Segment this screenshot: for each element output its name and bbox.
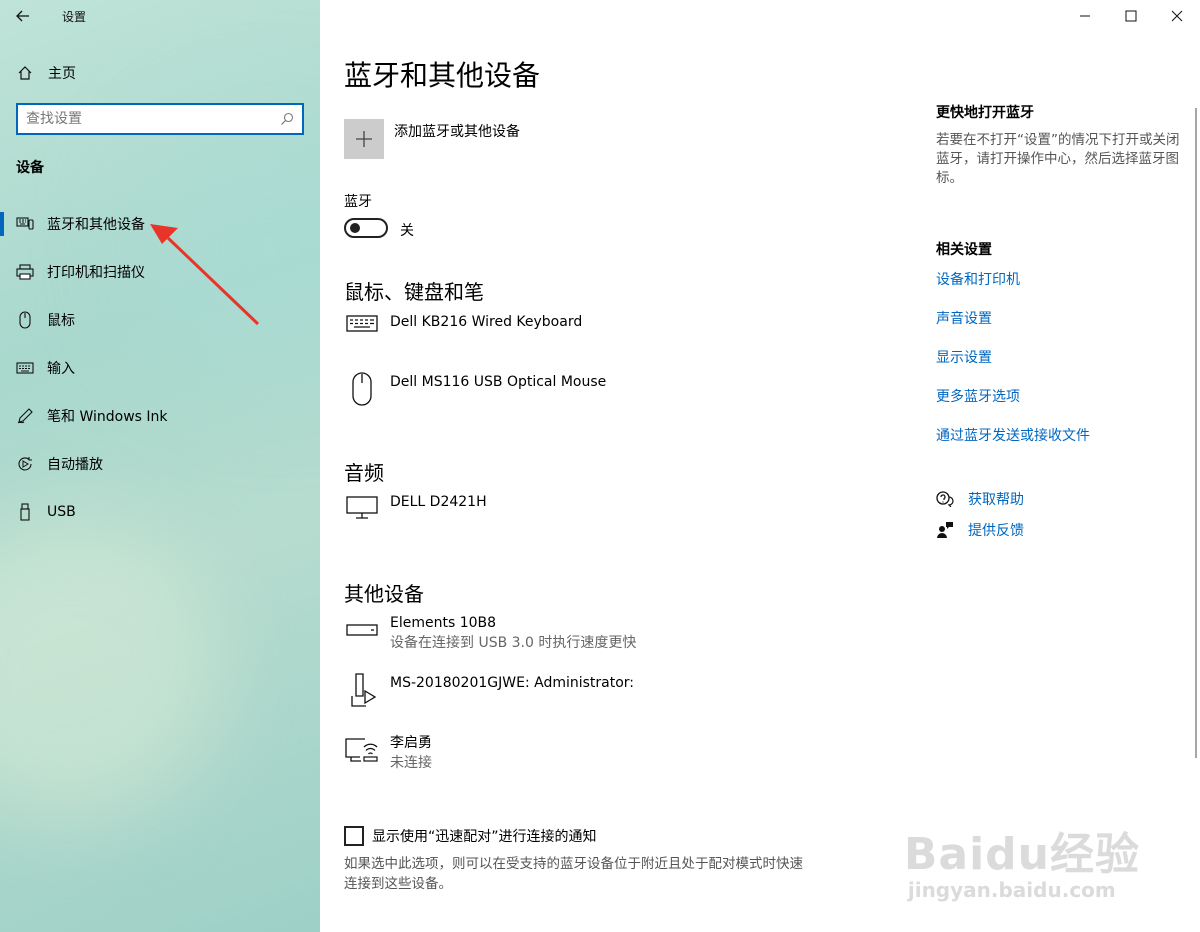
section-label-devices: 设备 (16, 160, 44, 176)
pen-icon (16, 407, 34, 425)
keyboard-icon (344, 312, 380, 348)
plus-icon (344, 119, 384, 159)
bluetooth-devices-icon (16, 215, 34, 233)
wireless-display-icon (344, 733, 380, 769)
feedback-icon (936, 521, 954, 539)
device-item-mouse[interactable]: Dell MS116 USB Optical Mouse (344, 372, 904, 408)
device-item-keyboard[interactable]: Dell KB216 Wired Keyboard (344, 312, 904, 348)
bluetooth-toggle[interactable] (344, 218, 388, 238)
swift-pair-checkbox[interactable] (344, 826, 364, 846)
swift-pair-checkbox-row[interactable]: 显示使用“迅速配对”进行连接的通知 (344, 826, 597, 846)
drive-icon (344, 613, 380, 649)
sidebar-item-typing[interactable]: 输入 (0, 344, 320, 392)
window-controls (1062, 0, 1200, 32)
quick-bluetooth-section: 更快地打开蓝牙 若要在不打开“设置”的情况下打开或关闭蓝牙，请打开操作中心，然后… (936, 102, 1186, 188)
scrollbar[interactable] (1195, 108, 1197, 758)
media-device-icon (344, 673, 380, 709)
device-item-wireless-display[interactable]: 李启勇 未连接 (344, 733, 904, 773)
sidebar-item-autoplay[interactable]: 自动播放 (0, 440, 320, 488)
device-status: 设备在连接到 USB 3.0 时执行速度更快 (390, 635, 637, 651)
back-button[interactable] (0, 0, 46, 32)
sidebar-item-label: 输入 (47, 361, 75, 377)
home-link[interactable]: 主页 (16, 62, 76, 84)
main-panel: 蓝牙和其他设备 添加蓝牙或其他设备 蓝牙 关 鼠标、键盘和笔 Dell KB21… (320, 0, 1200, 932)
feedback-label: 提供反馈 (968, 523, 1024, 539)
device-name: DELL D2421H (390, 494, 487, 510)
page-title: 蓝牙和其他设备 (344, 59, 541, 92)
device-status: 未连接 (390, 755, 432, 771)
sidebar-item-label: USB (47, 504, 76, 520)
group-title-input: 鼠标、键盘和笔 (344, 280, 484, 304)
keyboard-icon (16, 359, 34, 377)
bluetooth-toggle-state: 关 (400, 223, 414, 239)
monitor-icon (344, 492, 380, 528)
minimize-button[interactable] (1062, 0, 1108, 32)
mouse-icon (344, 372, 380, 408)
related-settings-title: 相关设置 (936, 242, 992, 258)
sidebar-item-label: 笔和 Windows Ink (47, 409, 168, 425)
home-label: 主页 (48, 66, 76, 82)
add-device-button[interactable]: 添加蓝牙或其他设备 (344, 119, 520, 159)
device-name: Elements 10B8 (390, 615, 497, 631)
bluetooth-label: 蓝牙 (344, 194, 372, 210)
title-bar: 设置 (0, 0, 320, 32)
device-name: Dell KB216 Wired Keyboard (390, 314, 583, 330)
sidebar-item-label: 自动播放 (47, 457, 103, 473)
help-chat-icon (936, 490, 954, 508)
maximize-icon (1125, 10, 1137, 22)
quick-bluetooth-desc: 若要在不打开“设置”的情况下打开或关闭蓝牙，请打开操作中心，然后选择蓝牙图标。 (936, 132, 1180, 186)
watermark: Baidu经验 jingyan.baidu.com (904, 818, 1140, 902)
mouse-icon (16, 311, 34, 329)
link-display-settings[interactable]: 显示设置 (936, 347, 1090, 367)
search-icon[interactable] (272, 112, 302, 126)
close-button[interactable] (1154, 0, 1200, 32)
sidebar: 设置 主页 设备 蓝牙和其他设备 打印机和扫描仪 (0, 0, 320, 932)
add-device-label: 添加蓝牙或其他设备 (394, 124, 520, 140)
device-name: 李启勇 (390, 735, 432, 751)
back-arrow-icon (16, 10, 29, 22)
quick-bluetooth-title: 更快地打开蓝牙 (936, 105, 1034, 121)
swift-pair-label: 显示使用“迅速配对”进行连接的通知 (372, 829, 597, 845)
search-box[interactable] (16, 103, 304, 135)
minimize-icon (1080, 15, 1090, 17)
feedback-link[interactable]: 提供反馈 (936, 520, 1024, 540)
swift-pair-description: 如果选中此选项，则可以在受支持的蓝牙设备位于附近且处于配对模式时快速连接到这些设… (344, 856, 803, 892)
autoplay-icon (16, 455, 34, 473)
group-title-audio: 音频 (344, 461, 384, 485)
device-name: Dell MS116 USB Optical Mouse (390, 374, 607, 390)
close-icon (1171, 10, 1183, 22)
device-item-drive[interactable]: Elements 10B8 设备在连接到 USB 3.0 时执行速度更快 (344, 613, 904, 653)
sidebar-item-usb[interactable]: USB (0, 488, 320, 536)
device-name: MS-20180201GJWE: Administrator: (390, 675, 635, 691)
link-bluetooth-file-transfer[interactable]: 通过蓝牙发送或接收文件 (936, 425, 1090, 445)
sidebar-item-label: 鼠标 (47, 313, 75, 329)
usb-icon (16, 503, 34, 521)
annotation-arrow (150, 224, 260, 326)
sidebar-item-pen[interactable]: 笔和 Windows Ink (0, 392, 320, 440)
sidebar-item-label: 蓝牙和其他设备 (47, 217, 145, 233)
link-sound-settings[interactable]: 声音设置 (936, 308, 1090, 328)
get-help-link[interactable]: 获取帮助 (936, 489, 1024, 509)
related-settings-section: 相关设置 设备和打印机 声音设置 显示设置 更多蓝牙选项 通过蓝牙发送或接收文件 (936, 239, 1090, 445)
link-more-bluetooth[interactable]: 更多蓝牙选项 (936, 386, 1090, 406)
group-title-other: 其他设备 (344, 582, 424, 606)
get-help-label: 获取帮助 (968, 492, 1024, 508)
app-title: 设置 (62, 9, 87, 24)
watermark-url: jingyan.baidu.com (907, 878, 1116, 902)
maximize-button[interactable] (1108, 0, 1154, 32)
home-icon (16, 64, 34, 82)
device-item-monitor[interactable]: DELL D2421H (344, 492, 904, 528)
printer-icon (16, 263, 34, 281)
link-devices-printers[interactable]: 设备和打印机 (936, 269, 1090, 289)
device-item-media[interactable]: MS-20180201GJWE: Administrator: (344, 673, 904, 709)
search-input[interactable] (18, 105, 272, 133)
sidebar-item-label: 打印机和扫描仪 (47, 265, 145, 281)
watermark-brand: Baidu经验 (903, 829, 1140, 880)
